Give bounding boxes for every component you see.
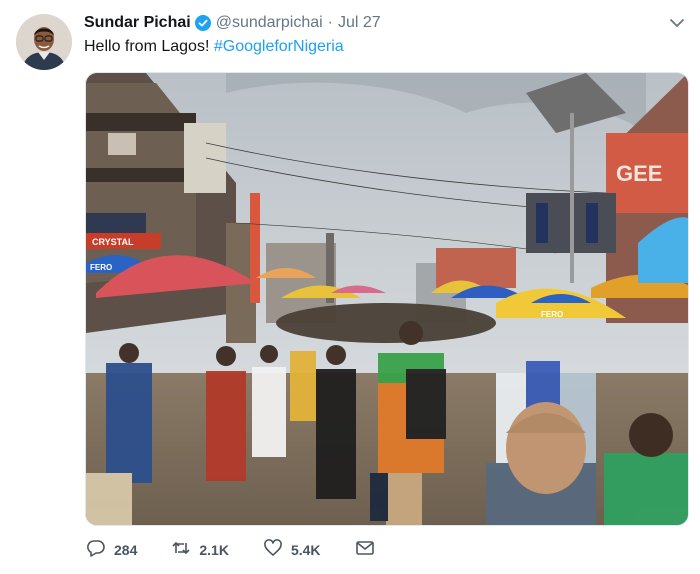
tweet-header: Sundar Pichai @sundarpichai · Jul 27 <box>84 12 680 34</box>
hashtag-link[interactable]: #GoogleforNigeria <box>214 38 344 55</box>
header-separator: · <box>327 14 333 31</box>
reply-button[interactable]: 284 <box>86 538 137 563</box>
retweet-button[interactable]: 2.1K <box>171 538 229 563</box>
crystal-sign: CRYSTAL <box>92 237 134 247</box>
tweet-card[interactable]: Sundar Pichai @sundarpichai · Jul 27 Hel… <box>0 0 700 574</box>
gee-sign: GEE <box>616 161 662 186</box>
avatar[interactable] <box>16 14 72 70</box>
like-button[interactable]: 5.4K <box>263 538 321 563</box>
tweet-actions: 284 2.1K 5.4K <box>86 538 409 562</box>
tweet-photo[interactable]: CRYSTAL GEE FERO FERO <box>85 72 689 526</box>
retweet-count: 2.1K <box>199 542 229 558</box>
direct-message-icon <box>355 538 375 563</box>
tweet-body: Hello from Lagos! <box>84 38 214 55</box>
direct-message-button[interactable] <box>355 538 375 563</box>
verified-badge-icon <box>194 15 211 31</box>
like-count: 5.4K <box>290 542 321 558</box>
tweet-text: Hello from Lagos! #GoogleforNigeria <box>84 37 344 57</box>
chevron-down-icon[interactable] <box>668 14 686 32</box>
heart-icon <box>263 538 283 563</box>
fero-sign-right: FERO <box>541 310 563 319</box>
author-handle[interactable]: @sundarpichai <box>216 14 323 32</box>
retweet-icon <box>171 538 191 563</box>
author-name[interactable]: Sundar Pichai <box>84 14 191 32</box>
reply-count: 284 <box>114 542 138 558</box>
reply-icon <box>86 538 106 563</box>
tweet-date[interactable]: Jul 27 <box>338 14 381 32</box>
fero-sign-left: FERO <box>90 263 112 272</box>
